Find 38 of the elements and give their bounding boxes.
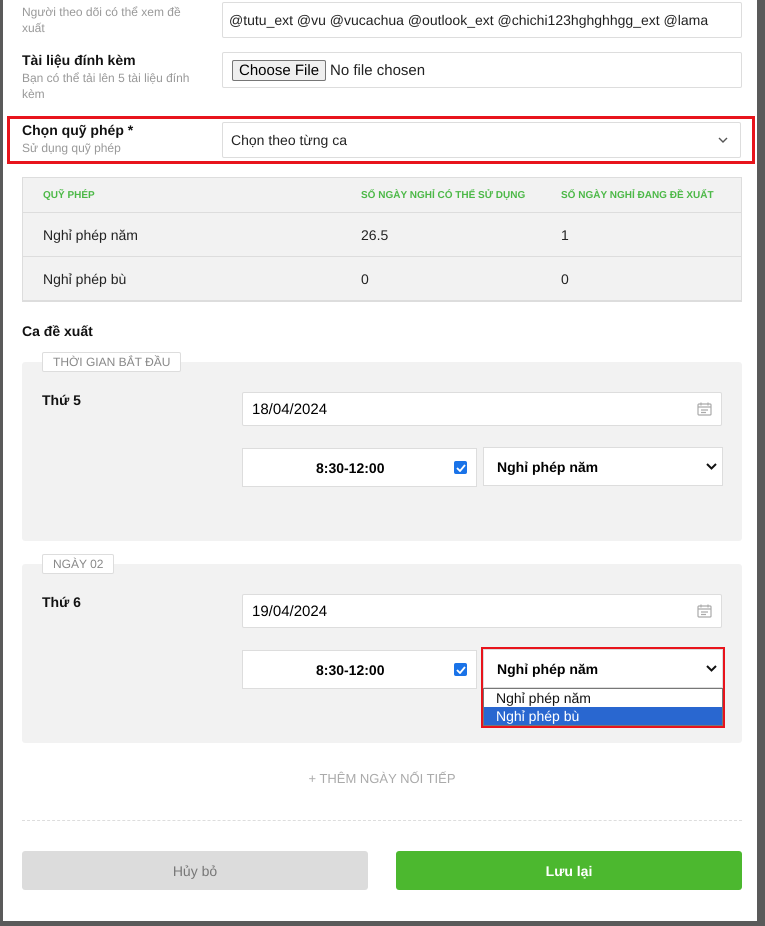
section-title: Ca đề xuất — [22, 323, 94, 339]
file-status: No file chosen — [330, 62, 426, 78]
followers-field[interactable]: @tutu_ext @vu @vucachua @outlook_ext @chichi123hghghhgg_ext @lama — [222, 2, 742, 38]
weekday-label: Thứ 5 — [42, 392, 82, 410]
table-cell-text: 0 — [361, 270, 370, 286]
day-tag: THỜI GIAN BẮT ĐẦU — [42, 352, 182, 372]
field-hint: Người theo dõi có thể xem đề xuất — [22, 4, 182, 36]
checkbox[interactable] — [454, 663, 467, 676]
date-field[interactable]: 19/04/2024 — [242, 594, 722, 628]
column-header: SỐ NGÀY NGHỈ CÓ THỂ SỬ DỤNG — [361, 190, 526, 200]
calendar-icon — [697, 604, 712, 618]
table-cell-text: 1 — [561, 226, 570, 242]
chevron-down-icon — [706, 665, 717, 672]
weekday-label: Thứ 6 — [42, 594, 82, 612]
table-cell-text: 0 — [561, 270, 570, 286]
table-cell-text: Nghỉ phép bù — [43, 270, 128, 286]
column-header: QUỸ PHÉP — [43, 190, 96, 200]
leave-type-select[interactable]: Nghỉ phép năm — [483, 649, 723, 688]
column-header: SỐ NGÀY NGHỈ ĐANG ĐỀ XUẤT — [561, 190, 715, 200]
field-label: Tài liệu đính kèm — [22, 52, 137, 68]
dropdown-option[interactable]: Nghỉ phép năm — [484, 689, 722, 707]
quota-select[interactable]: Chọn theo từng ca — [222, 122, 741, 158]
day-tag: NGÀY 02 — [42, 554, 114, 574]
shift-time-field: 8:30-12:00 — [242, 650, 477, 689]
choose-file-button[interactable]: Choose File — [232, 60, 326, 80]
table-cell-text: 26.5 — [361, 226, 390, 242]
field-label: Chọn quỹ phép * — [22, 122, 134, 138]
chevron-down-icon — [706, 463, 717, 470]
date-field[interactable]: 18/04/2024 — [242, 392, 722, 426]
calendar-icon — [697, 402, 712, 416]
chevron-down-icon — [718, 137, 728, 143]
dropdown-option[interactable]: Nghỉ phép bù — [484, 707, 722, 725]
field-hint: Bạn có thể tải lên 5 tài liệu đính kèm — [22, 70, 190, 102]
field-hint: Sử dụng quỹ phép — [22, 140, 122, 156]
shift-time-field: 8:30-12:00 — [242, 448, 477, 487]
table-cell-text: Nghỉ phép năm — [43, 226, 139, 242]
checkbox[interactable] — [454, 461, 467, 474]
leave-type-select[interactable]: Nghỉ phép năm — [483, 447, 723, 486]
